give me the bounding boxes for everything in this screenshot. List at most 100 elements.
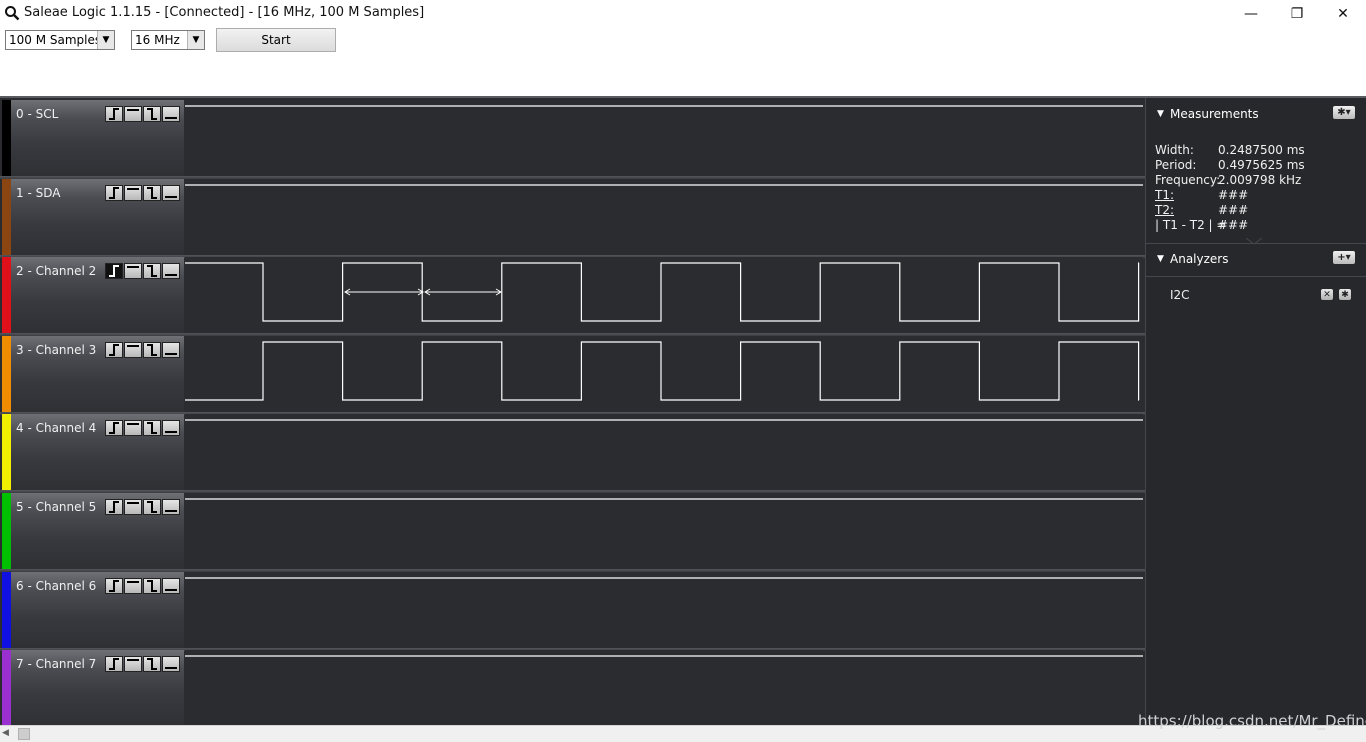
channel-label-panel[interactable]: 6 - Channel 6 bbox=[11, 571, 184, 648]
rising-edge-icon[interactable] bbox=[105, 184, 123, 201]
trigger-button-group bbox=[105, 420, 181, 438]
waveform-area[interactable] bbox=[185, 178, 1143, 255]
close-button[interactable]: ✕ bbox=[1320, 0, 1366, 28]
low-level-icon[interactable] bbox=[162, 656, 180, 673]
waveform-area[interactable] bbox=[185, 414, 1143, 491]
channel-row: 3 - Channel 3 bbox=[0, 334, 1145, 415]
high-level-icon[interactable] bbox=[124, 184, 142, 201]
high-level-icon[interactable] bbox=[124, 341, 142, 358]
measurement-value: ### bbox=[1218, 218, 1249, 232]
rising-edge-icon[interactable] bbox=[105, 577, 123, 594]
falling-edge-icon[interactable] bbox=[143, 341, 161, 358]
scroll-thumb[interactable] bbox=[18, 728, 30, 740]
waveform-area[interactable] bbox=[185, 650, 1143, 727]
analyzer-settings-gear-icon[interactable]: ✱ bbox=[1339, 289, 1351, 300]
window-title: Saleae Logic 1.1.15 - [Connected] - [16 … bbox=[24, 5, 425, 20]
measurement-key: Period: bbox=[1155, 158, 1197, 172]
trigger-button-group bbox=[105, 106, 181, 124]
high-level-icon[interactable] bbox=[124, 263, 142, 280]
trigger-button-group bbox=[105, 184, 181, 203]
collapse-triangle-icon[interactable]: ▼ bbox=[1157, 254, 1164, 264]
waveform-area[interactable] bbox=[185, 493, 1143, 569]
low-level-icon[interactable] bbox=[162, 263, 180, 280]
high-level-icon[interactable] bbox=[124, 656, 142, 673]
magnifier-app-icon bbox=[5, 6, 20, 21]
falling-edge-icon[interactable] bbox=[143, 106, 161, 122]
channel-label-panel[interactable]: 1 - SDA bbox=[11, 178, 184, 255]
channel-row: 1 - SDA bbox=[0, 177, 1145, 258]
falling-edge-icon[interactable] bbox=[143, 656, 161, 673]
rising-edge-icon[interactable] bbox=[105, 656, 123, 673]
low-level-icon[interactable] bbox=[162, 420, 180, 437]
collapse-triangle-icon[interactable]: ▼ bbox=[1157, 109, 1164, 119]
measurements-header[interactable]: ▼ Measurements ✱▾ bbox=[1146, 100, 1366, 128]
channel-label-panel[interactable]: 5 - Channel 5 bbox=[11, 493, 184, 569]
channel-color-swatch bbox=[2, 493, 11, 569]
rising-edge-icon[interactable] bbox=[105, 420, 123, 437]
channel-name: 0 - SCL bbox=[16, 107, 59, 121]
channel-name: 2 - Channel 2 bbox=[16, 264, 97, 279]
high-level-icon[interactable] bbox=[124, 499, 142, 515]
title-bar: Saleae Logic 1.1.15 - [Connected] - [16 … bbox=[0, 0, 1366, 28]
channel-color-swatch bbox=[2, 650, 11, 727]
low-level-icon[interactable] bbox=[162, 577, 180, 594]
measurement-key: Frequency: bbox=[1155, 173, 1221, 187]
channel-name: 7 - Channel 7 bbox=[16, 657, 97, 672]
minimize-button[interactable]: — bbox=[1228, 0, 1274, 28]
falling-edge-icon[interactable] bbox=[143, 184, 161, 201]
measurement-key[interactable]: T1: bbox=[1155, 188, 1218, 202]
analyzers-header[interactable]: ▼ Analyzers +▾ bbox=[1146, 245, 1366, 273]
watermark-text: https://blog.csdn.net/Mr_Define bbox=[1138, 712, 1366, 730]
scroll-left-arrow-icon[interactable]: ◀ bbox=[2, 728, 9, 738]
low-level-icon[interactable] bbox=[162, 106, 180, 122]
rising-edge-icon[interactable] bbox=[105, 263, 123, 280]
waveform-area[interactable] bbox=[185, 571, 1143, 648]
falling-edge-icon[interactable] bbox=[143, 420, 161, 437]
channel-color-swatch bbox=[2, 178, 11, 255]
samples-dropdown[interactable]: 100 M Samples ▼ bbox=[5, 30, 115, 50]
measurement-key[interactable]: T2: bbox=[1155, 203, 1218, 217]
high-level-icon[interactable] bbox=[124, 420, 142, 437]
low-level-icon[interactable] bbox=[162, 184, 180, 201]
channel-color-swatch bbox=[2, 571, 11, 648]
channel-name: 6 - Channel 6 bbox=[16, 578, 97, 593]
add-analyzer-plus-icon[interactable]: +▾ bbox=[1333, 251, 1355, 264]
channel-color-swatch bbox=[2, 100, 11, 176]
channel-row: 2 - Channel 2 bbox=[0, 255, 1145, 337]
analyzer-item-i2c[interactable]: I2C bbox=[1170, 288, 1190, 302]
low-level-icon[interactable] bbox=[162, 499, 180, 515]
measurement-key: | T1 - T2 | = bbox=[1155, 218, 1227, 232]
dropdown-arrow-icon: ▼ bbox=[187, 31, 204, 49]
channel-row: 5 - Channel 5 bbox=[0, 491, 1145, 572]
channel-label-panel[interactable]: 2 - Channel 2 bbox=[11, 257, 184, 334]
channel-label-panel[interactable]: 0 - SCL bbox=[11, 100, 184, 176]
waveform-area[interactable] bbox=[185, 335, 1143, 412]
measurements-settings-gear-icon[interactable]: ✱▾ bbox=[1333, 106, 1355, 119]
rising-edge-icon[interactable] bbox=[105, 499, 123, 515]
high-level-icon[interactable] bbox=[124, 577, 142, 594]
restore-button[interactable]: ❐ bbox=[1274, 0, 1320, 28]
falling-edge-icon[interactable] bbox=[143, 499, 161, 515]
channel-name: 3 - Channel 3 bbox=[16, 342, 97, 357]
channel-label-panel[interactable]: 3 - Channel 3 bbox=[11, 335, 184, 412]
panel-divider bbox=[1146, 276, 1366, 277]
measurement-value: 2.009798 kHz bbox=[1218, 173, 1302, 187]
waveform-trace bbox=[185, 341, 1140, 401]
samples-value: 100 M Samples bbox=[9, 33, 102, 47]
remove-analyzer-close-icon[interactable]: ✕ bbox=[1321, 289, 1333, 300]
falling-edge-icon[interactable] bbox=[143, 577, 161, 594]
rising-edge-icon[interactable] bbox=[105, 106, 123, 122]
measurement-key: Width: bbox=[1155, 143, 1194, 157]
start-button[interactable]: Start bbox=[216, 28, 336, 52]
rising-edge-icon[interactable] bbox=[105, 341, 123, 358]
channel-label-panel[interactable]: 7 - Channel 7 bbox=[11, 650, 184, 727]
measurement-row: T2: ### bbox=[1155, 203, 1248, 217]
channel-label-panel[interactable]: 4 - Channel 4 bbox=[11, 414, 184, 491]
low-level-icon[interactable] bbox=[162, 341, 180, 358]
sample-rate-dropdown[interactable]: 16 MHz ▼ bbox=[131, 30, 205, 50]
channel-row: 7 - Channel 7 bbox=[0, 648, 1145, 730]
waveform-area[interactable] bbox=[185, 100, 1143, 176]
waveform-area[interactable] bbox=[185, 257, 1143, 334]
falling-edge-icon[interactable] bbox=[143, 263, 161, 280]
high-level-icon[interactable] bbox=[124, 106, 142, 122]
